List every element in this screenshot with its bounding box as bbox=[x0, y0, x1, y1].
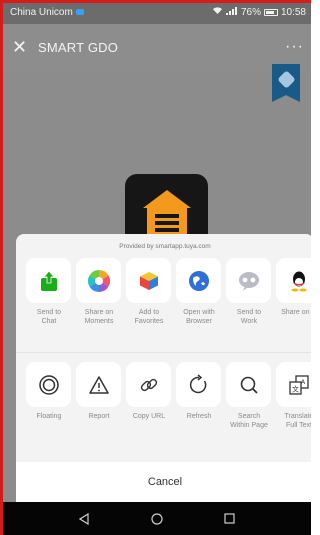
translate-label: Translate Full Text bbox=[284, 413, 314, 429]
divider bbox=[16, 352, 314, 353]
send-to-chat-button[interactable]: Send to Chat bbox=[26, 258, 71, 327]
svg-text:文: 文 bbox=[292, 384, 299, 393]
page-title: SMART GDO bbox=[38, 39, 119, 55]
svg-text:A: A bbox=[300, 378, 305, 386]
frame-edge-top bbox=[0, 0, 314, 3]
frame-edge-right bbox=[311, 0, 314, 535]
report-icon bbox=[88, 375, 109, 394]
share-sheet: Provided by smartapp.tuya.com Send to Ch… bbox=[16, 234, 314, 502]
back-icon[interactable] bbox=[74, 509, 94, 529]
clock: 10:58 bbox=[280, 6, 306, 18]
cancel-button[interactable]: Cancel bbox=[16, 462, 314, 502]
share-qq-label: Share on Q bbox=[281, 309, 314, 316]
refresh-button[interactable]: Refresh bbox=[176, 362, 221, 422]
frame-edge-left bbox=[0, 0, 3, 535]
verified-badge-icon bbox=[272, 64, 300, 102]
send-to-chat-icon bbox=[40, 269, 57, 291]
wifi-icon bbox=[212, 6, 223, 18]
battery-icon bbox=[263, 8, 278, 16]
sim-icon bbox=[75, 9, 84, 15]
home-icon[interactable] bbox=[147, 509, 167, 529]
status-bar: China Unicom 76% 10:58 bbox=[0, 0, 314, 24]
system-nav-bar bbox=[0, 502, 314, 535]
recents-icon[interactable] bbox=[220, 509, 240, 529]
translate-icon: 文 A bbox=[288, 374, 309, 395]
battery-percent: 76% bbox=[240, 6, 261, 18]
favorites-icon bbox=[139, 271, 158, 290]
translate-button[interactable]: 文 A Translate Full Text bbox=[276, 362, 314, 431]
floating-icon bbox=[38, 374, 59, 395]
qq-icon bbox=[291, 271, 306, 291]
link-icon bbox=[140, 378, 157, 391]
share-qq-button[interactable]: Share on Q bbox=[276, 258, 314, 318]
signal-icon bbox=[225, 6, 238, 18]
close-icon[interactable]: ✕ bbox=[12, 37, 32, 58]
send-to-work-button[interactable]: Send to Work bbox=[226, 258, 271, 327]
copy-url-button[interactable]: Copy URL bbox=[126, 362, 171, 422]
app-bar: ✕ SMART GDO ··· bbox=[0, 24, 314, 70]
floating-button[interactable]: Floating bbox=[26, 362, 71, 422]
more-options-button[interactable]: ··· bbox=[285, 38, 304, 56]
carrier-name: China Unicom bbox=[10, 6, 73, 18]
add-to-favorites-button[interactable]: Add to Favorites bbox=[126, 258, 171, 327]
report-button[interactable]: Report bbox=[76, 362, 121, 422]
open-browser-button[interactable]: Open with Browser bbox=[176, 258, 221, 327]
search-within-page-button[interactable]: Search Within Page bbox=[226, 362, 271, 431]
work-icon bbox=[238, 271, 259, 291]
refresh-icon bbox=[189, 373, 206, 393]
moments-icon bbox=[87, 269, 110, 292]
browser-icon bbox=[188, 270, 209, 291]
share-moments-button[interactable]: Share on Moments bbox=[76, 258, 121, 327]
screen: China Unicom 76% 10:58 ✕ SMART GDO ··· P… bbox=[0, 0, 314, 535]
search-icon bbox=[240, 376, 258, 394]
provided-by-text: Provided by smartapp.tuya.com bbox=[119, 243, 211, 250]
